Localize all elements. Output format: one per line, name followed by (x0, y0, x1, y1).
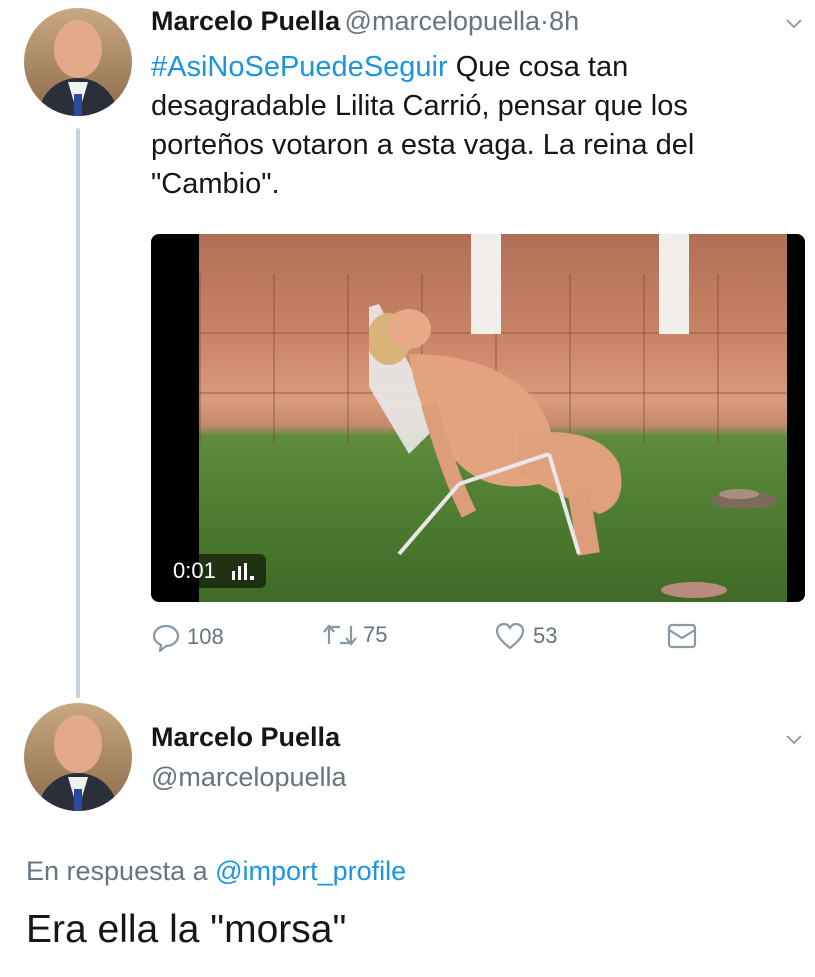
retweet-action[interactable]: 75 (321, 622, 387, 648)
in-reply-prefix: En respuesta a (26, 856, 208, 886)
reply-author-name[interactable]: Marcelo Puella (151, 722, 340, 753)
like-count: 53 (533, 623, 558, 648)
person-in-chair (369, 304, 622, 556)
video-frame (199, 234, 787, 602)
avatar-tie (74, 94, 82, 116)
reply-count: 108 (187, 624, 224, 649)
hashtag-link[interactable]: #AsiNoSePuedeSeguir (151, 51, 448, 83)
reply-author-handle[interactable]: @marcelopuella (151, 762, 347, 793)
avatar-tie (74, 789, 82, 811)
author-name[interactable]: Marcelo Puella (151, 6, 340, 36)
chevron-down-icon[interactable] (786, 732, 802, 748)
pillar (659, 234, 689, 334)
tweet-text: #AsiNoSePuedeSeguir Que cosa tan desagra… (151, 48, 791, 204)
avatar-head (54, 20, 102, 78)
reply-action[interactable]: 108 (151, 622, 224, 652)
thread-line (76, 128, 80, 698)
in-reply-to: En respuesta a @import_profile (26, 856, 406, 887)
retweet-count: 75 (363, 622, 388, 647)
tweet-actions: 108 75 53 (151, 622, 805, 662)
retweet-icon (323, 624, 357, 646)
avatar[interactable] (24, 8, 132, 116)
video-time-badge: 0:01 (163, 554, 266, 588)
video-time: 0:01 (173, 558, 216, 583)
volume-bars-icon[interactable] (230, 562, 256, 580)
avatar-head (54, 715, 102, 773)
chevron-down-icon[interactable] (786, 16, 802, 32)
dm-icon (667, 623, 697, 649)
like-icon (495, 622, 525, 650)
separator-dot: · (540, 6, 550, 36)
avatar[interactable] (24, 703, 132, 811)
author-handle[interactable]: @marcelopuella (345, 6, 541, 36)
sandal (661, 582, 727, 598)
tweet-age[interactable]: 8h (549, 6, 579, 36)
sandal (711, 489, 777, 509)
dm-action[interactable] (666, 622, 698, 650)
like-action[interactable]: 53 (495, 622, 557, 650)
reply-text: Era ella la "morsa" (26, 908, 347, 951)
video-player[interactable]: 0:01 (151, 234, 805, 602)
tweet-header: Marcelo Puella @marcelopuella·8h (151, 6, 579, 37)
in-reply-handle-link[interactable]: @import_profile (215, 856, 406, 886)
reply-icon (152, 624, 180, 652)
